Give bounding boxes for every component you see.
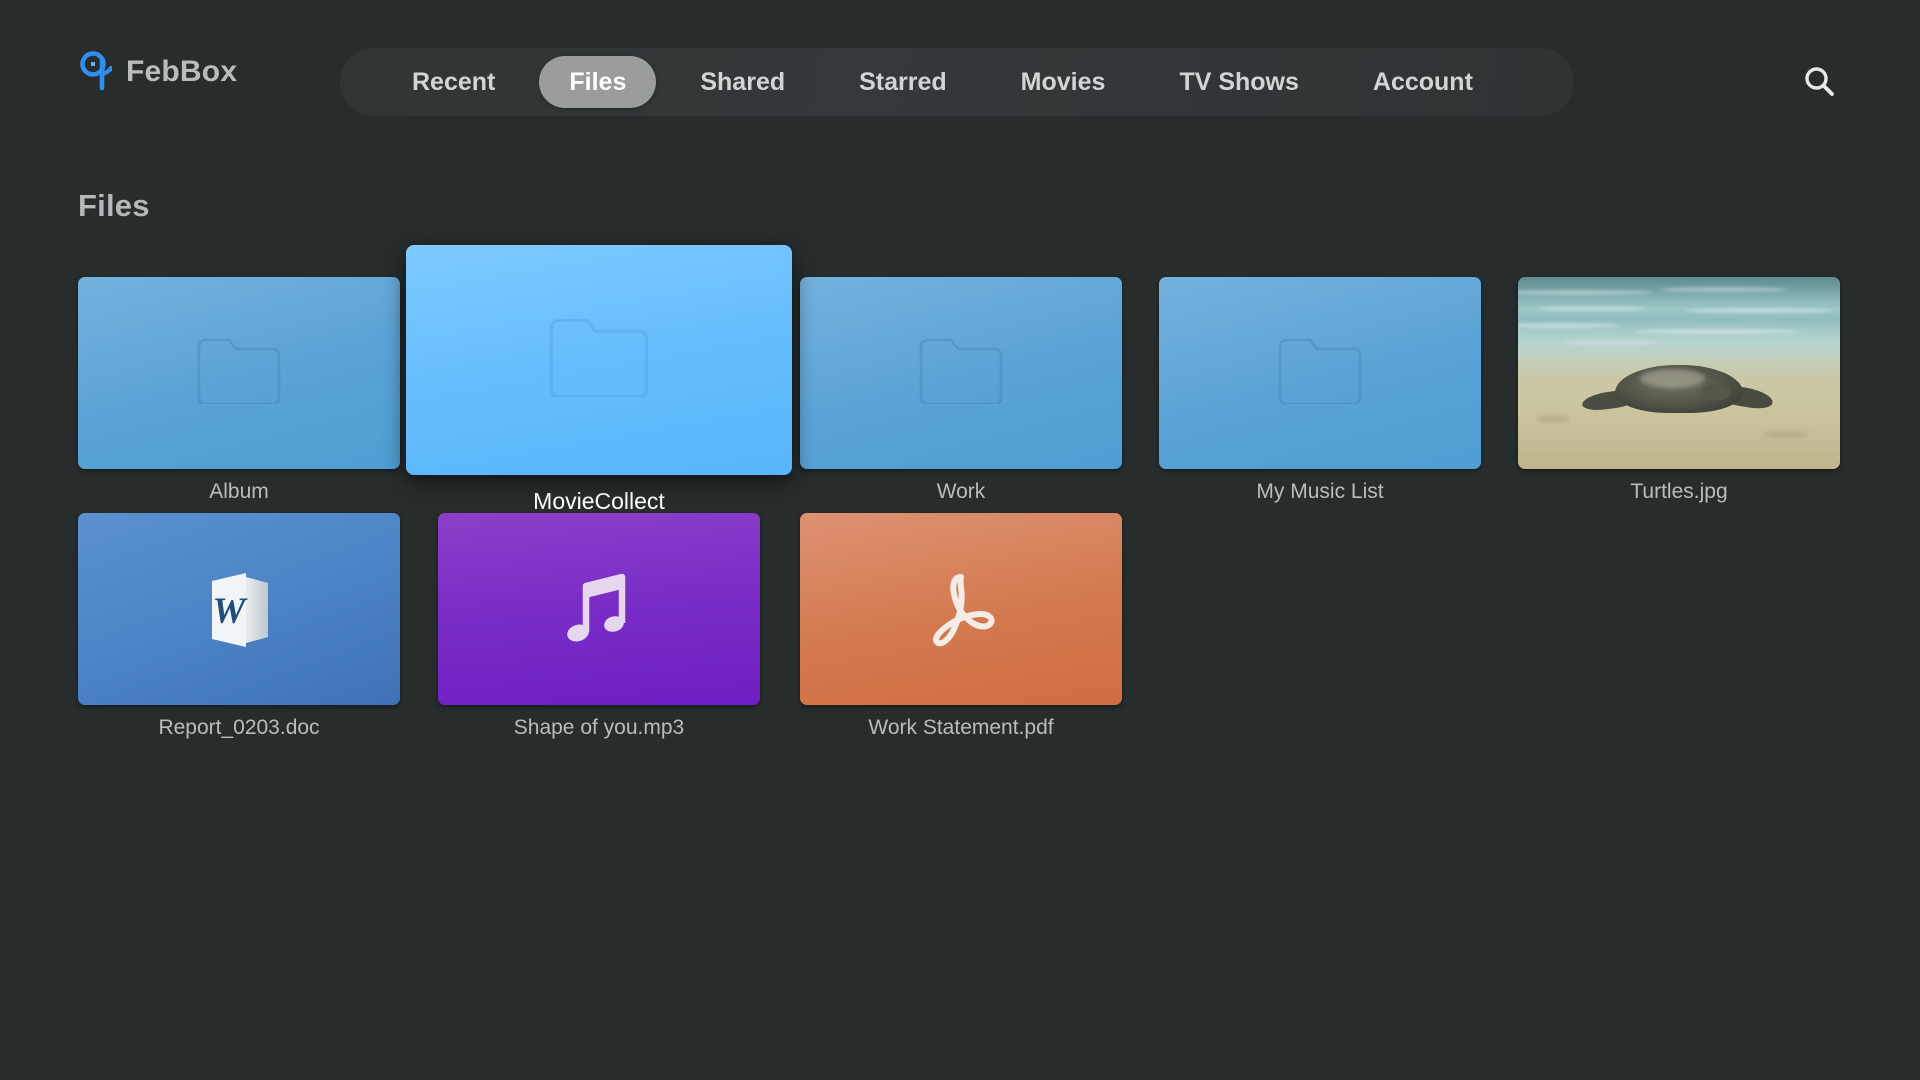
brand: FebBox: [78, 50, 237, 94]
brand-name: FebBox: [126, 55, 238, 88]
app-header: FebBox Recent Files Shared Starred Movie…: [0, 0, 1920, 140]
folder-thumbnail: [800, 277, 1122, 469]
file-name: My Music List: [1256, 480, 1384, 503]
file-name: Turtles.jpg: [1630, 480, 1728, 503]
folder-icon: [197, 338, 281, 409]
file-grid-row: W Report_0203.doc Shape of you.mp3 Work …: [0, 513, 1920, 743]
file-name: Work: [936, 480, 986, 503]
folder-icon: [1278, 338, 1362, 409]
file-name: Report_0203.doc: [158, 716, 320, 739]
search-button[interactable]: [1796, 58, 1842, 104]
folder-icon: [919, 338, 1003, 409]
pdf-acrobat-icon: [918, 569, 1004, 649]
pdf-thumbnail: [800, 513, 1122, 705]
word-document-icon: W: [202, 567, 276, 651]
folder-thumbnail: [1159, 277, 1481, 469]
turtle-head: [1701, 384, 1731, 400]
file-grid-row: Album MovieCollect Work My Music List Tu…: [0, 245, 1920, 514]
nav-item-movies[interactable]: Movies: [991, 56, 1136, 108]
file-grid: Album MovieCollect Work My Music List Tu…: [0, 245, 1920, 743]
photo-thumbnail: [1518, 277, 1840, 469]
svg-text:W: W: [213, 591, 249, 632]
file-tile-work[interactable]: Work: [800, 277, 1122, 503]
nav-item-recent[interactable]: Recent: [382, 56, 525, 108]
file-name: Work Statement.pdf: [868, 716, 1054, 739]
file-tile-turtles-jpg[interactable]: Turtles.jpg: [1518, 277, 1840, 503]
file-tile-my-music-list[interactable]: My Music List: [1159, 277, 1481, 503]
folder-thumbnail: [78, 277, 400, 469]
search-icon: [1802, 64, 1836, 98]
file-name: Album: [209, 480, 269, 503]
file-tile-album[interactable]: Album: [78, 277, 400, 503]
document-thumbnail: W: [78, 513, 400, 705]
turtle-beach-photo: [1518, 277, 1840, 469]
audio-thumbnail: [438, 513, 760, 705]
main-content: Files Album MovieCollect Work My Music L…: [0, 140, 1920, 1080]
file-name: MovieCollect: [533, 488, 665, 514]
nav-item-files[interactable]: Files: [539, 56, 657, 108]
folder-icon: [549, 318, 649, 402]
main-navigation: Recent Files Shared Starred Movies TV Sh…: [340, 48, 1574, 116]
file-tile-report-0203-doc[interactable]: W Report_0203.doc: [78, 513, 400, 739]
file-tile-moviecollect[interactable]: MovieCollect: [406, 245, 792, 514]
nav-item-shared[interactable]: Shared: [670, 56, 815, 108]
nav-item-starred[interactable]: Starred: [829, 56, 977, 108]
file-tile-shape-of-you-mp3[interactable]: Shape of you.mp3: [438, 513, 760, 739]
febbox-logo-icon: [78, 50, 112, 94]
nav-item-tv-shows[interactable]: TV Shows: [1149, 56, 1328, 108]
file-name: Shape of you.mp3: [513, 716, 685, 739]
music-note-icon: [564, 570, 634, 648]
folder-thumbnail-selected: [406, 245, 792, 475]
nav-item-account[interactable]: Account: [1343, 56, 1503, 108]
file-tile-work-statement-pdf[interactable]: Work Statement.pdf: [800, 513, 1122, 739]
page-title: Files: [78, 188, 150, 223]
